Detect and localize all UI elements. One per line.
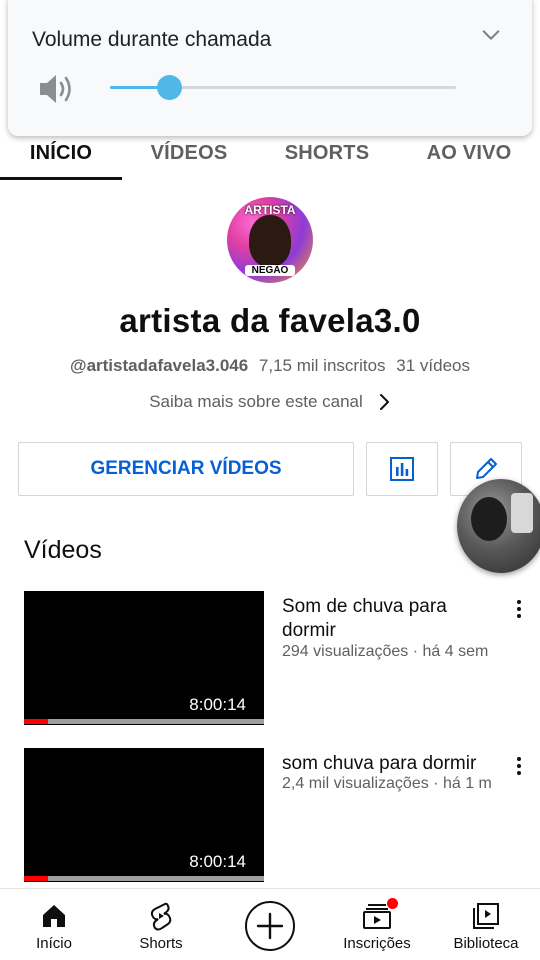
subscriptions-icon	[362, 898, 398, 931]
nav-shorts[interactable]: Shorts	[121, 889, 201, 960]
channel-handle: @artistadafavela3.046	[70, 356, 249, 375]
library-icon	[473, 903, 499, 929]
create-icon	[256, 912, 284, 940]
video-duration: 8:00:14	[189, 695, 246, 714]
about-channel-label: Saiba mais sobre este canal	[149, 392, 363, 411]
more-vert-icon[interactable]	[508, 597, 530, 621]
call-bubble-avatar[interactable]	[457, 479, 540, 573]
bubble-person	[471, 497, 507, 541]
active-tab-indicator	[0, 177, 122, 180]
video-item[interactable]: 8:00:14 Som de chuva para dormir 294 vis…	[0, 591, 540, 731]
channel-avatar[interactable]: ARTISTA NEGÃO	[227, 197, 313, 283]
home-icon	[43, 905, 65, 927]
watch-progress	[24, 876, 264, 881]
video-duration: 8:00:14	[189, 852, 246, 871]
call-volume-panel: Volume durante chamada	[8, 0, 532, 136]
bubble-phone	[511, 493, 533, 533]
video-meta: 2,4 mil visualizações · há 1 m	[282, 775, 492, 792]
avatar-text-top: ARTISTA	[244, 203, 296, 217]
bottom-navigation: Início Shorts Inscrições Biblioteca	[0, 888, 540, 960]
video-thumbnail[interactable]: 8:00:14	[24, 591, 264, 725]
analytics-button[interactable]	[366, 442, 438, 496]
speaker-icon[interactable]	[38, 72, 76, 106]
nav-home[interactable]: Início	[14, 889, 94, 960]
shorts-icon	[150, 902, 172, 931]
channel-meta: @artistadafavela3.046 7,15 mil inscritos…	[0, 356, 540, 376]
nav-label-library: Biblioteca	[453, 935, 519, 952]
watch-progress	[24, 719, 264, 724]
video-item[interactable]: 8:00:14 som chuva para dormir 2,4 mil vi…	[0, 748, 540, 888]
nav-subscriptions[interactable]: Inscrições	[334, 889, 420, 960]
nav-label-subscriptions: Inscrições	[343, 935, 411, 952]
nav-library[interactable]: Biblioteca	[446, 889, 526, 960]
video-count: 31 vídeos	[396, 356, 470, 375]
videos-section-title: Vídeos	[24, 536, 102, 564]
about-channel-link[interactable]: Saiba mais sobre este canal	[0, 392, 540, 412]
chevron-down-icon[interactable]	[480, 24, 502, 46]
video-title[interactable]: som chuva para dormir	[282, 752, 504, 776]
avatar-text-bottom: NEGÃO	[245, 265, 295, 276]
channel-name: artista da favela3.0	[119, 302, 421, 339]
video-meta: 294 visualizações · há 4 sem	[282, 643, 489, 660]
watch-progress-fill	[24, 876, 48, 881]
nav-label-shorts: Shorts	[139, 935, 183, 952]
nav-label-home: Início	[36, 935, 72, 952]
manage-videos-button[interactable]: GERENCIAR VÍDEOS	[18, 442, 354, 496]
watch-progress-fill	[24, 719, 48, 724]
notification-dot	[387, 898, 398, 909]
video-thumbnail[interactable]: 8:00:14	[24, 748, 264, 882]
create-button[interactable]	[245, 901, 295, 951]
volume-panel-title: Volume durante chamada	[32, 28, 272, 51]
chevron-right-icon	[379, 394, 389, 410]
avatar-face	[249, 215, 291, 267]
volume-slider[interactable]	[110, 75, 456, 100]
more-vert-icon[interactable]	[508, 754, 530, 778]
volume-slider-thumb[interactable]	[156, 75, 182, 100]
video-title[interactable]: Som de chuva para dormir	[282, 595, 504, 643]
bar-chart-icon	[390, 457, 414, 481]
subscriber-count: 7,15 mil inscritos	[258, 356, 386, 375]
